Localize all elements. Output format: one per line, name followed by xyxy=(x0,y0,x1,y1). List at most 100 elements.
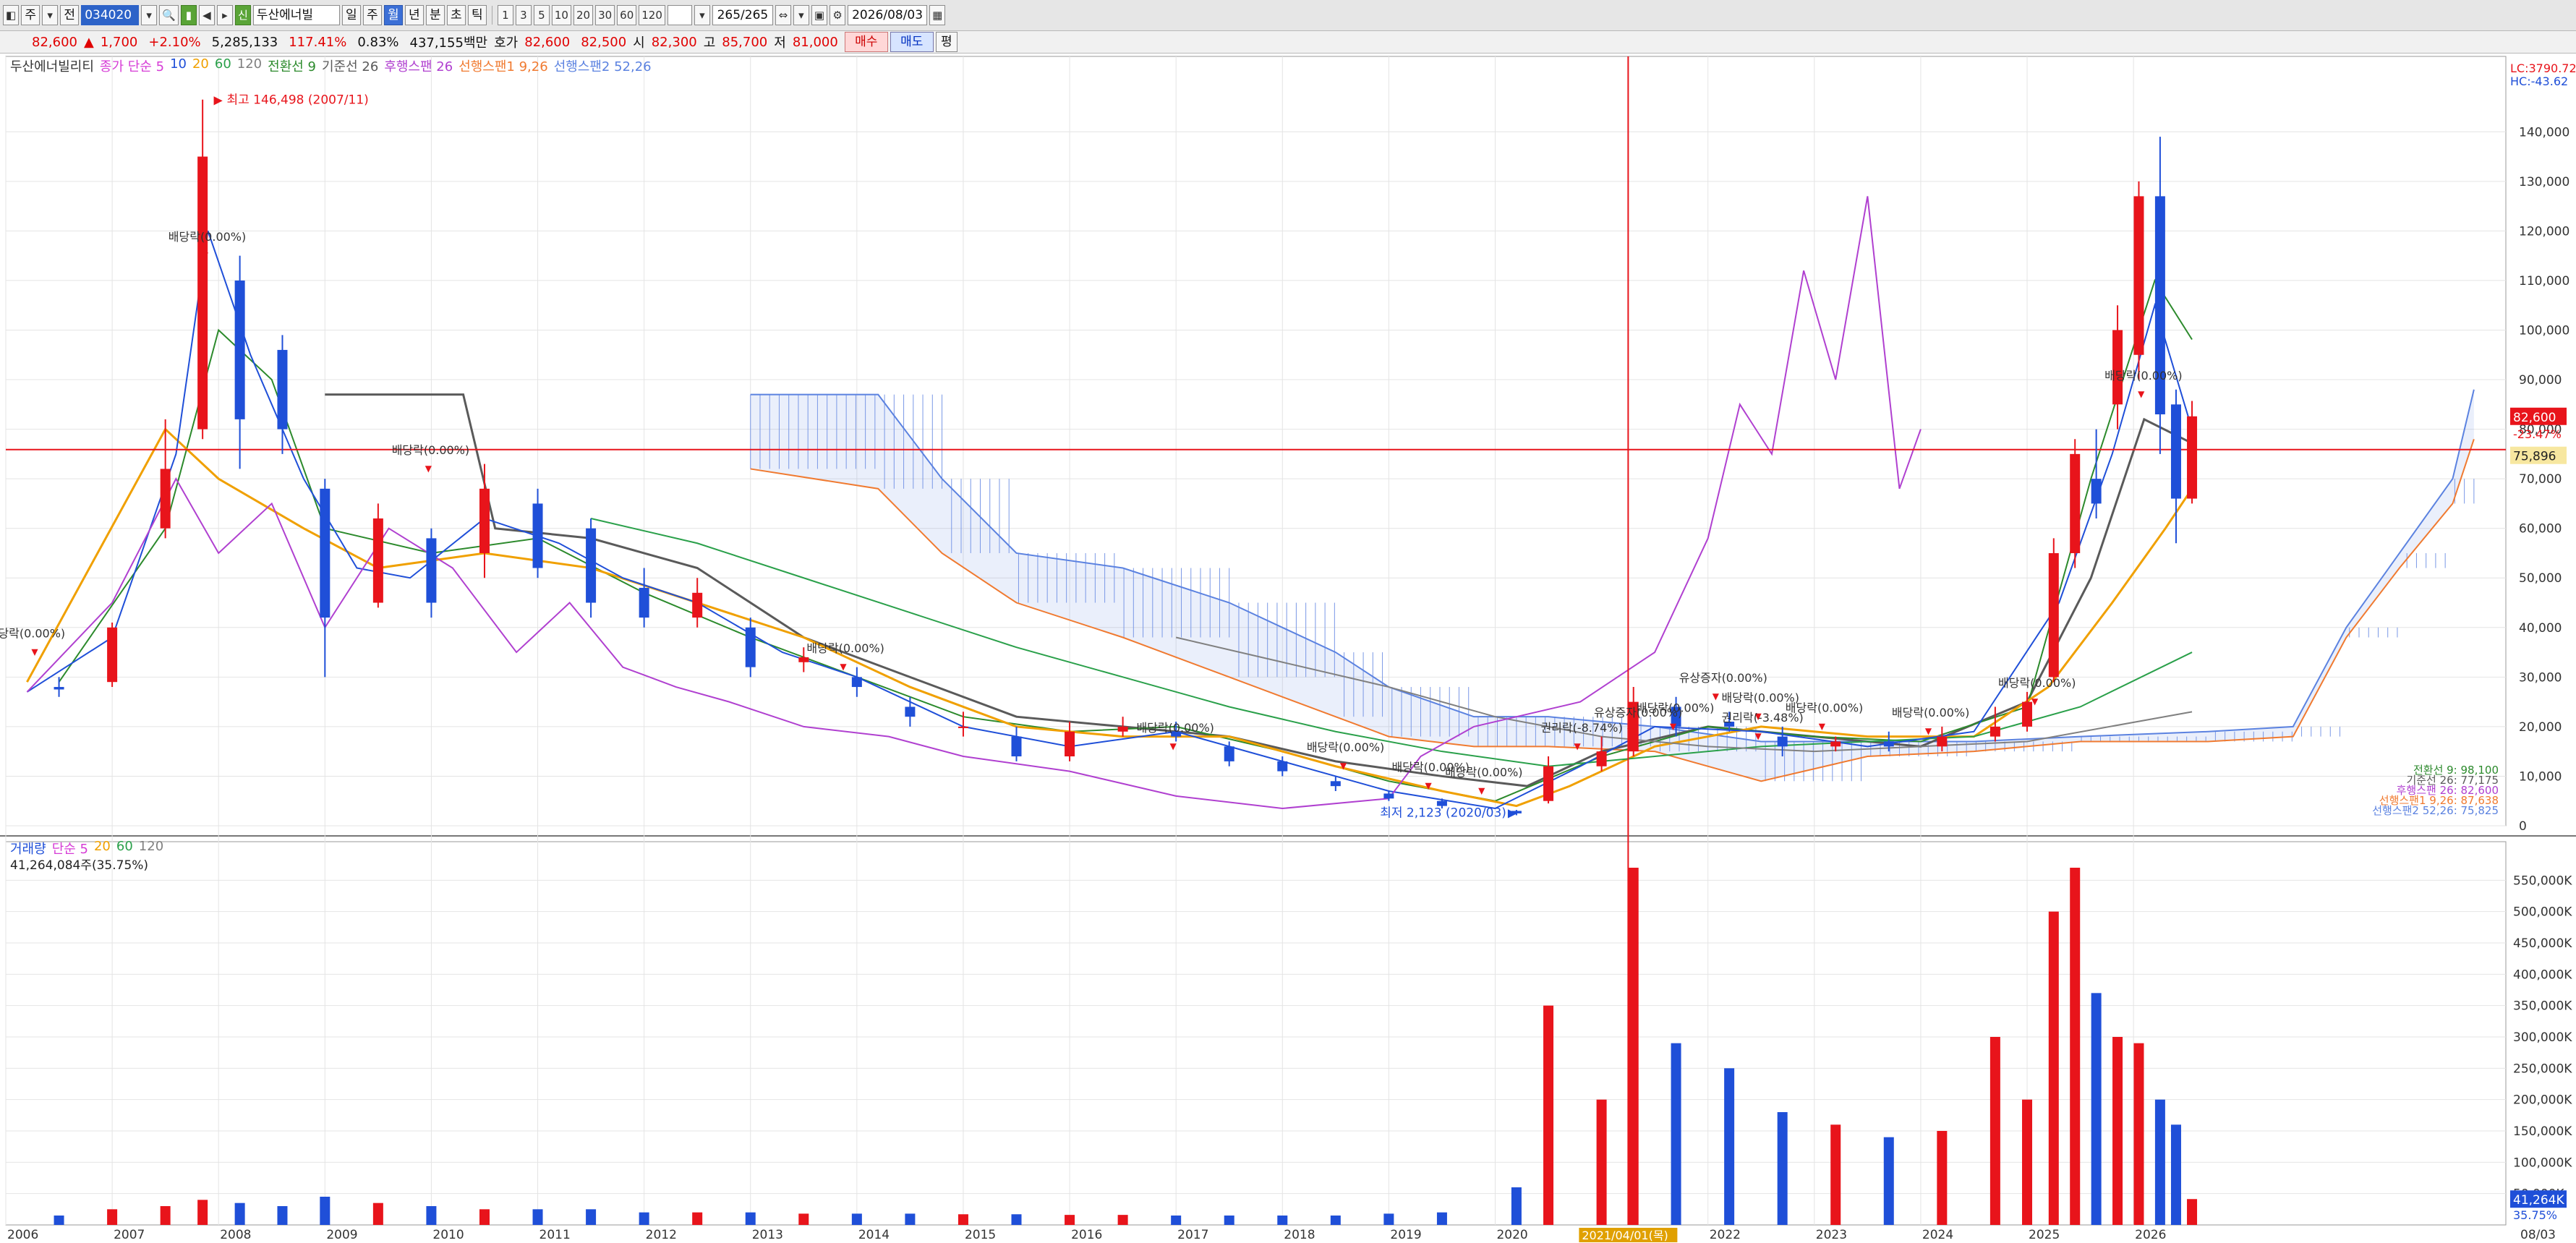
stock-type-icon[interactable]: 신 xyxy=(234,5,251,25)
candle-body xyxy=(1596,751,1607,766)
candle-body xyxy=(1383,793,1394,799)
price-volume-chart[interactable]: 140,000 130,000 120,000 110,000 100,000 90,00… xyxy=(0,54,2576,1243)
volume-tick-label: 450,000K xyxy=(2513,936,2572,951)
volume-bar xyxy=(1436,1212,1447,1225)
price-tick-label: 140,000 xyxy=(2519,125,2569,140)
mode-dropdown-icon[interactable]: ▾ xyxy=(42,5,59,25)
volume-bar xyxy=(639,1212,649,1225)
candle-body xyxy=(1011,736,1022,757)
quote-high: 85,700 xyxy=(722,34,768,50)
price-tick-label: 130,000 xyxy=(2519,175,2569,189)
legend-ma-60[interactable]: 60 xyxy=(215,56,231,75)
volume-bar xyxy=(426,1206,437,1225)
volume-bar xyxy=(1383,1213,1394,1225)
volume-bar xyxy=(958,1214,968,1225)
date-field[interactable]: 2026/08/03 xyxy=(848,5,928,25)
legend-ma-10[interactable]: 10 xyxy=(170,56,187,75)
candle-body xyxy=(586,528,597,603)
event-marker-icon: ▼ xyxy=(1925,726,1932,736)
legend-base-line[interactable]: 기준선 26 xyxy=(322,56,378,75)
volume-bar xyxy=(2170,1124,2181,1225)
prev-stock-icon[interactable]: ◀ xyxy=(198,5,215,25)
period-day[interactable]: 일 xyxy=(341,5,361,25)
volume-badge-pct: 35.75% xyxy=(2513,1208,2557,1222)
volume-bar xyxy=(1330,1216,1341,1225)
event-annotation: 배당락(0.00%) xyxy=(1445,765,1522,779)
price-tick-label: 60,000 xyxy=(2519,522,2562,537)
interval-custom-input[interactable] xyxy=(667,5,692,25)
event-marker-icon: ▼ xyxy=(840,662,847,672)
legend-ma-20[interactable]: 20 xyxy=(192,56,209,75)
current-price-pct: -23.47% xyxy=(2513,427,2562,441)
price-tick-label: 20,000 xyxy=(2519,720,2562,735)
volume-bar xyxy=(320,1197,330,1225)
volume-badge: 41,264K xyxy=(2513,1193,2564,1208)
volume-bar xyxy=(54,1216,64,1225)
interval-30[interactable]: 30 xyxy=(595,5,615,25)
period-minute[interactable]: 분 xyxy=(425,5,445,25)
legend-lagging-span[interactable]: 후행스팬 26 xyxy=(384,56,453,75)
search-icon[interactable]: 🔍 xyxy=(159,5,179,25)
legend-ma-120[interactable]: 120 xyxy=(237,56,262,75)
period-year[interactable]: 년 xyxy=(404,5,424,25)
period-month[interactable]: 월 xyxy=(383,5,403,25)
code-dropdown-icon[interactable]: ▾ xyxy=(141,5,158,25)
volume-bar xyxy=(745,1212,756,1225)
volume-panel-frame xyxy=(5,841,2507,1226)
quote-strip: 82,600 ▲ 1,700 +2.10% 5,285,133 117.41% … xyxy=(0,31,2576,54)
event-annotation: 배당락(0.00%) xyxy=(169,230,246,244)
volume-bar xyxy=(586,1209,597,1225)
legend-ma[interactable]: 종가 단순 5 xyxy=(100,56,164,75)
hts-chart-window: ◧ 주 ▾ 전 034020 ▾ 🔍 ▮ ◀ ▸ 신 두산에너빌 일 주 월 년… xyxy=(0,0,2576,1243)
x-tick-label: 2022 xyxy=(1710,1228,1741,1242)
favorite-icon[interactable]: ▮ xyxy=(180,5,197,25)
volume-tick-label: 150,000K xyxy=(2513,1124,2572,1139)
buy-button[interactable]: 매수 xyxy=(844,32,888,52)
interval-120[interactable]: 120 xyxy=(639,5,665,25)
volume-tick-label: 500,000K xyxy=(2513,905,2572,920)
period-second[interactable]: 초 xyxy=(446,5,466,25)
settings-icon[interactable]: ⚙ xyxy=(829,5,846,25)
bar-count-field[interactable]: 265/265 xyxy=(712,5,773,25)
interval-1[interactable]: 1 xyxy=(497,5,513,25)
flat-button[interactable]: 평 xyxy=(935,32,958,52)
event-marker-icon: ▼ xyxy=(1340,761,1347,771)
x-tick-label: 2015 xyxy=(965,1228,996,1242)
price-tick-label: 0 xyxy=(2519,819,2527,834)
calendar-icon[interactable]: ▦ xyxy=(929,5,946,25)
period-week[interactable]: 주 xyxy=(362,5,382,25)
interval-20[interactable]: 20 xyxy=(573,5,594,25)
legend-leading-span-1[interactable]: 선행스팬1 9,26 xyxy=(459,56,548,75)
interval-3[interactable]: 3 xyxy=(515,5,532,25)
interval-10[interactable]: 10 xyxy=(551,5,571,25)
stock-code-input[interactable]: 034020 xyxy=(81,5,140,25)
interval-5[interactable]: 5 xyxy=(533,5,550,25)
legend-leading-span-2[interactable]: 선행스팬2 52,26 xyxy=(554,56,652,75)
save-icon[interactable]: ▣ xyxy=(811,5,828,25)
candle-body xyxy=(2170,404,2181,499)
quote-ask: 82,600 xyxy=(524,34,571,50)
period-tick[interactable]: 틱 xyxy=(467,5,487,25)
next-stock-icon[interactable]: ▸ xyxy=(216,5,233,25)
x-tick-label: 2007 xyxy=(114,1228,145,1242)
mode-button-week[interactable]: 주 xyxy=(21,5,40,25)
event-annotation: 권리락(-3.48%) xyxy=(1722,711,1804,725)
x-tick-label: 2006 xyxy=(7,1228,38,1242)
window-menu-button[interactable]: ◧ xyxy=(3,5,20,25)
legend-conversion-line[interactable]: 전환선 9 xyxy=(268,56,316,75)
volume-bar xyxy=(2187,1199,2198,1225)
sell-button[interactable]: 매도 xyxy=(890,32,934,52)
volume-bar xyxy=(1277,1216,1288,1225)
stock-name-field[interactable]: 두산에너빌 xyxy=(252,5,340,25)
volume-bar xyxy=(1543,1005,1554,1225)
event-annotation: 배당락(0.00%) xyxy=(2104,369,2182,383)
interval-dropdown-icon[interactable]: ▾ xyxy=(694,5,710,25)
event-annotation: 배당락(0.00%) xyxy=(806,641,884,655)
price-tick-label: 10,000 xyxy=(2519,769,2562,784)
event-annotation: 배당락(0.00%) xyxy=(1307,740,1384,754)
zoom-dropdown-icon[interactable]: ▾ xyxy=(793,5,809,25)
mode-button-all[interactable]: 전 xyxy=(60,5,80,25)
quote-volume-pct: 117.41% xyxy=(289,34,347,50)
zoom-icon[interactable]: ⇔ xyxy=(775,5,791,25)
interval-60[interactable]: 60 xyxy=(617,5,637,25)
